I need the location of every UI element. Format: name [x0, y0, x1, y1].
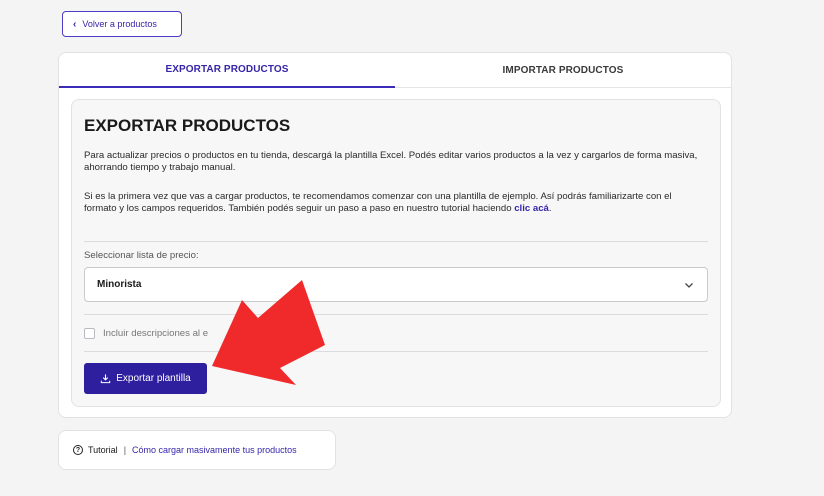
tab-bar: EXPORTAR PRODUCTOS IMPORTAR PRODUCTOS	[59, 53, 731, 88]
back-to-products-button[interactable]: ‹ Volver a productos	[62, 11, 182, 37]
tutorial-label: Tutorial	[88, 445, 118, 455]
help-icon: ?	[73, 445, 83, 455]
chevron-left-icon: ‹	[73, 18, 77, 30]
tab-import-products[interactable]: IMPORTAR PRODUCTOS	[395, 53, 731, 88]
include-descriptions-label: Incluir descripciones al e	[103, 328, 209, 339]
tutorial-footer: ? Tutorial | Cómo cargar masivamente tus…	[58, 430, 336, 470]
price-list-value: Minorista	[97, 279, 142, 290]
export-template-label: Exportar plantilla	[116, 373, 191, 384]
divider	[84, 314, 708, 315]
export-description: Para actualizar precios o productos en t…	[84, 150, 698, 173]
tutorial-link[interactable]: Cómo cargar masivamente tus productos	[132, 445, 297, 455]
divider	[84, 241, 708, 242]
tutorial-text-end: .	[548, 203, 552, 214]
include-descriptions-row: Incluir descripciones al e	[84, 328, 208, 339]
products-panel: EXPORTAR PRODUCTOS IMPORTAR PRODUCTOS EX…	[58, 52, 732, 418]
export-card: EXPORTAR PRODUCTOS Para actualizar preci…	[71, 99, 721, 407]
price-list-label: Seleccionar lista de precio:	[84, 250, 199, 261]
tutorial-text: Si es la primera vez que vas a cargar pr…	[84, 191, 672, 214]
click-here-link[interactable]: clic acá	[514, 203, 549, 214]
price-list-select[interactable]: Minorista	[84, 267, 708, 302]
tab-export-products[interactable]: EXPORTAR PRODUCTOS	[59, 53, 395, 88]
download-icon	[101, 374, 111, 384]
export-title: EXPORTAR PRODUCTOS	[84, 116, 291, 135]
divider	[84, 351, 708, 352]
footer-separator: |	[123, 445, 127, 455]
back-button-label: Volver a productos	[82, 19, 157, 29]
export-template-button[interactable]: Exportar plantilla	[84, 363, 207, 394]
include-descriptions-checkbox[interactable]	[84, 328, 95, 339]
export-tutorial-description: Si es la primera vez que vas a cargar pr…	[84, 191, 704, 215]
chevron-down-icon	[685, 282, 693, 288]
